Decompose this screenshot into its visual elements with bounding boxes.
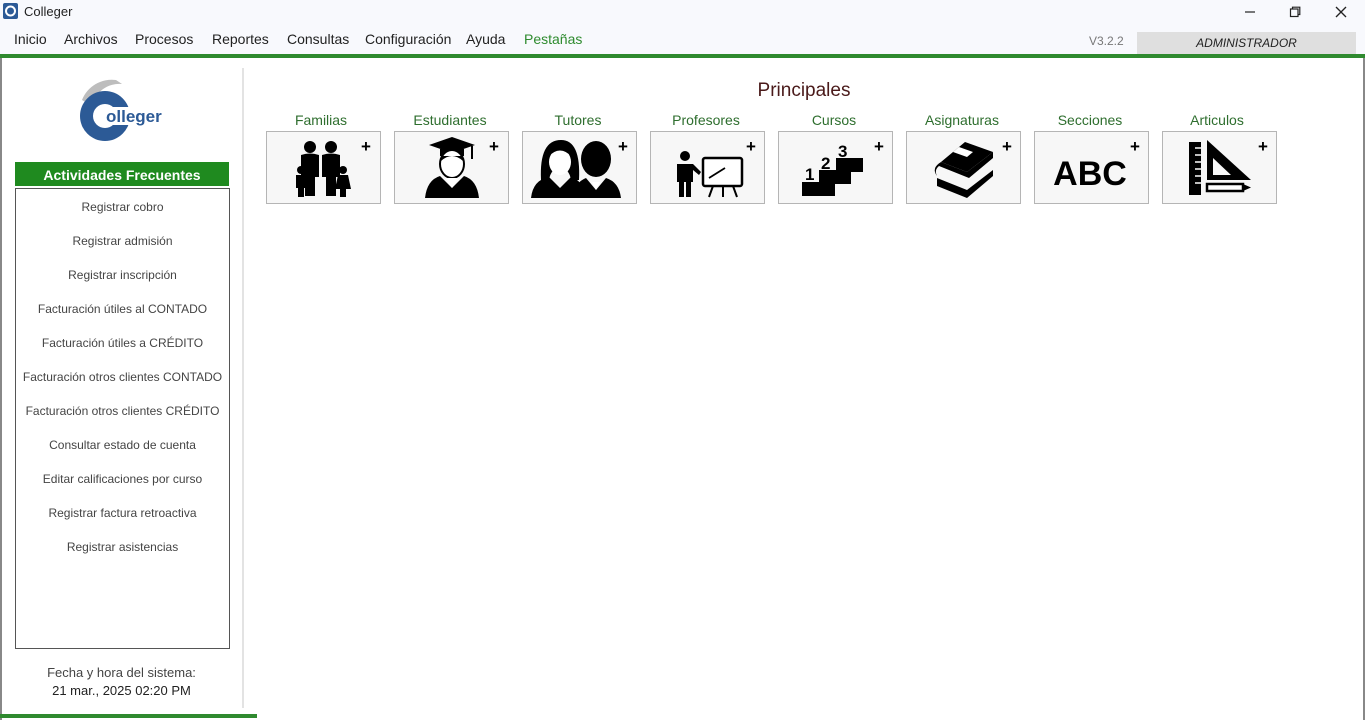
activity-facturacion-utiles-contado[interactable]: Facturación útiles al CONTADO (16, 302, 229, 316)
add-icon: + (1130, 137, 1140, 156)
tile-asignaturas[interactable]: + (906, 131, 1021, 204)
menu-consultas[interactable]: Consultas (287, 31, 349, 47)
activity-facturacion-utiles-credito[interactable]: Facturación útiles a CRÉDITO (16, 336, 229, 350)
menu-divider (0, 54, 1365, 58)
add-icon: + (361, 137, 371, 156)
minimize-button[interactable] (1227, 0, 1273, 24)
svg-text:1: 1 (805, 165, 814, 184)
colleger-logo: olleger (78, 78, 178, 148)
system-datetime-value: 21 mar., 2025 02:20 PM (52, 683, 191, 698)
add-icon: + (618, 137, 628, 156)
logo-text: olleger (106, 107, 162, 126)
tile-label-estudiantes: Estudiantes (413, 112, 487, 128)
tile-estudiantes[interactable]: + (394, 131, 509, 204)
add-icon: + (746, 137, 756, 156)
colleger-logo-graphic: olleger (80, 79, 162, 141)
tile-label-tutores: Tutores (554, 112, 602, 128)
add-icon: + (1258, 137, 1268, 156)
activity-registrar-admision[interactable]: Registrar admisión (16, 234, 229, 248)
abc-text: ABC (1053, 155, 1127, 193)
tile-label-articulos: Articulos (1190, 112, 1244, 128)
title-bar: Colleger (0, 0, 1365, 24)
tile-label-familias: Familias (294, 112, 348, 128)
menu-ayuda[interactable]: Ayuda (466, 31, 505, 47)
window-title: Colleger (24, 4, 73, 19)
frame-left-border (0, 58, 2, 720)
svg-text:3: 3 (838, 142, 847, 161)
menu-inicio[interactable]: Inicio (14, 31, 47, 47)
stairs-123-icon: 1 2 3 + (802, 137, 884, 196)
maximize-button[interactable] (1272, 0, 1318, 24)
activity-registrar-asistencias[interactable]: Registrar asistencias (16, 540, 229, 554)
activity-registrar-inscripcion[interactable]: Registrar inscripción (16, 268, 229, 282)
tile-label-secciones: Secciones (1057, 112, 1123, 128)
close-icon (1335, 6, 1347, 18)
tile-cursos[interactable]: 1 2 3 + (778, 131, 893, 204)
graduate-icon: + (425, 137, 499, 198)
bottom-green-bar (0, 714, 257, 718)
add-icon: + (1002, 137, 1012, 156)
tutors-icon: + (531, 137, 628, 198)
user-badge: ADMINISTRADOR (1137, 32, 1356, 54)
books-icon: + (934, 137, 1012, 198)
add-icon: + (874, 137, 884, 156)
minimize-icon (1245, 11, 1255, 13)
version-label: V3.2.2 (1089, 34, 1124, 48)
close-button[interactable] (1318, 0, 1364, 24)
menu-procesos[interactable]: Procesos (135, 31, 193, 47)
activity-facturacion-otros-credito[interactable]: Facturación otros clientes CRÉDITO (16, 404, 229, 418)
tile-articulos[interactable]: + (1162, 131, 1277, 204)
tile-label-profesores: Profesores (672, 112, 740, 128)
add-icon: + (489, 137, 499, 156)
menu-bar: Inicio Archivos Procesos Reportes Consul… (0, 24, 1365, 54)
menu-pestanas[interactable]: Pestañas (524, 31, 582, 47)
principales-title: Principales (757, 80, 851, 101)
tile-secciones[interactable]: ABC + (1034, 131, 1149, 204)
abc-icon: ABC + (1053, 137, 1140, 193)
teacher-icon: + (677, 137, 756, 198)
tile-label-asignaturas: Asignaturas (925, 112, 999, 128)
menu-configuracion[interactable]: Configuración (365, 31, 451, 47)
activity-facturacion-otros-contado[interactable]: Facturación otros clientes CONTADO (16, 370, 229, 384)
tile-familias[interactable]: + (266, 131, 381, 204)
tile-label-cursos: Cursos (811, 112, 857, 128)
app-icon (3, 3, 18, 19)
activity-registrar-factura-retroactiva[interactable]: Registrar factura retroactiva (16, 506, 229, 520)
activity-registrar-cobro[interactable]: Registrar cobro (16, 200, 229, 214)
restore-icon (1289, 6, 1301, 18)
frequent-activities-header: Actividades Frecuentes (15, 162, 229, 186)
system-datetime-label: Fecha y hora del sistema: (47, 665, 196, 680)
menu-archivos[interactable]: Archivos (64, 31, 118, 47)
tile-profesores[interactable]: + (650, 131, 765, 204)
ruler-square-icon: + (1189, 137, 1268, 195)
frequent-activities-list: Registrar cobro Registrar admisión Regis… (15, 188, 230, 649)
activity-editar-calificaciones[interactable]: Editar calificaciones por curso (16, 472, 229, 486)
family-icon: + (296, 137, 371, 197)
tile-tutores[interactable]: + (522, 131, 637, 204)
activity-consultar-estado-cuenta[interactable]: Consultar estado de cuenta (16, 438, 229, 452)
svg-text:2: 2 (821, 154, 830, 173)
menu-reportes[interactable]: Reportes (212, 31, 269, 47)
sidebar-divider (242, 68, 244, 708)
